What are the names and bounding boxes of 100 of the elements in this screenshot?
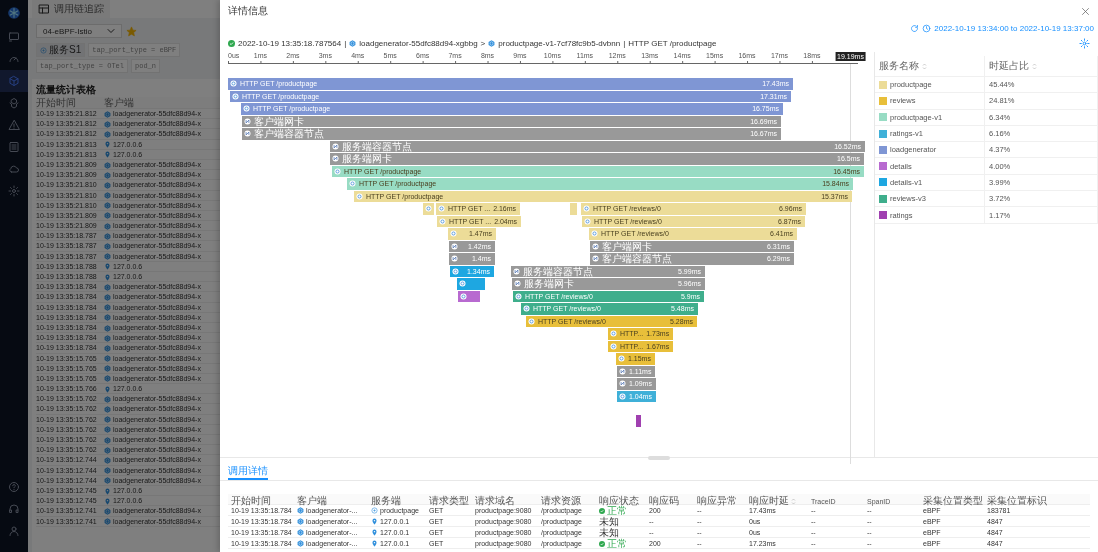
column-header: 响应码 [649, 494, 679, 508]
warning-icon [8, 119, 20, 131]
pod-icon [104, 365, 111, 373]
endpoint: HTTP GET /productpage [628, 38, 717, 48]
pod-icon [104, 304, 111, 312]
pod-icon [104, 171, 111, 179]
monitor-icon [8, 31, 20, 43]
status-text: 正常 [607, 505, 627, 516]
team-dropdown[interactable]: 04-eBPF-Istio [36, 24, 122, 38]
filter-tag[interactable]: 服务S1 [36, 43, 86, 57]
network-icon [513, 267, 520, 275]
pod-icon [104, 222, 111, 230]
pod-icon [104, 406, 111, 414]
drawer-title: 详情信息 [228, 4, 268, 18]
column-header: 请求类型 [429, 494, 469, 508]
network-icon [332, 142, 339, 150]
separator: > [480, 38, 486, 48]
clock-icon [922, 23, 932, 33]
span-label: 服务端网卡 [342, 153, 392, 165]
network-icon [244, 130, 251, 138]
span-label: 客户端网卡 [602, 240, 652, 252]
span-time: 2022-10-19 13:35:18.787564 [238, 38, 342, 48]
column-header: 响应异常 [697, 494, 737, 508]
service-icon [40, 46, 47, 54]
check-icon [599, 540, 605, 547]
star-icon[interactable] [126, 25, 137, 37]
cloud-icon [8, 163, 20, 175]
separator: | [344, 38, 347, 48]
pin-icon [371, 540, 378, 547]
sort-icon[interactable] [791, 497, 796, 505]
network-icon [332, 155, 339, 163]
pin-icon [371, 529, 378, 536]
column-header: 开始时间 [231, 494, 271, 508]
separator: | [623, 38, 626, 48]
pin-icon [371, 518, 378, 525]
network-icon [451, 255, 458, 263]
pod-icon [104, 324, 111, 332]
network-icon [451, 242, 458, 250]
pod-icon [104, 192, 111, 200]
pod-icon [104, 436, 111, 444]
span-bar[interactable] [458, 290, 480, 302]
refresh-icon [910, 23, 920, 33]
sort-icon[interactable] [1032, 62, 1037, 70]
headset-icon [8, 503, 20, 515]
status-text: 未知 [599, 527, 619, 538]
network-icon [592, 255, 599, 263]
column-header: 请求域名 [475, 494, 515, 508]
column-header: 采集位置类型 [923, 494, 983, 508]
pod-icon [104, 130, 111, 138]
pod-icon [104, 314, 111, 322]
span-label: 服务端容器节点 [342, 140, 412, 152]
pin-icon [104, 273, 111, 281]
span-bar[interactable] [457, 278, 485, 290]
span-label: 服务端网卡 [524, 278, 574, 290]
span-label: 客户端网卡 [254, 115, 304, 127]
pod-icon [104, 456, 111, 464]
pod-icon [104, 334, 111, 342]
pin-icon [104, 385, 111, 393]
tab[interactable]: 调用详情 [228, 464, 268, 480]
logo-icon [7, 6, 21, 20]
network-icon [619, 380, 626, 388]
pod-icon [104, 161, 111, 169]
cube-icon [8, 75, 20, 87]
pin-icon [104, 151, 111, 159]
time-range[interactable]: 2022-10-19 13:34:00 to 2022-10-19 13:37:00 [934, 23, 1094, 33]
pod-icon [104, 395, 111, 403]
close-icon [1081, 6, 1090, 16]
pod-icon [104, 120, 111, 128]
pin-icon [104, 263, 111, 271]
column-header: 服务名称 [879, 59, 919, 73]
pod-icon [104, 212, 111, 220]
nav-item[interactable] [0, 70, 28, 92]
resize-handle[interactable] [648, 456, 670, 460]
service-icon [371, 507, 378, 514]
cubes-icon [8, 97, 20, 109]
pod-icon [104, 110, 111, 118]
pod-icon [104, 477, 111, 485]
pod-icon [104, 446, 111, 454]
user-icon [8, 525, 20, 537]
table-title: 流量统计表格 [36, 83, 97, 97]
pod-icon [104, 232, 111, 240]
span-label: 客户端容器节点 [602, 253, 672, 265]
pod-icon [104, 293, 111, 301]
pin-icon [104, 141, 111, 149]
page-tab[interactable]: 调用链追踪 [32, 0, 110, 18]
pod-icon [104, 355, 111, 363]
span-bar[interactable] [423, 203, 434, 215]
pod-icon [488, 39, 496, 47]
pod-icon [104, 243, 111, 251]
sort-icon[interactable] [922, 62, 927, 70]
pod-icon [104, 344, 111, 352]
pod-icon [104, 253, 111, 261]
pod-icon [104, 181, 111, 189]
column-header: 时延占比 [989, 59, 1029, 73]
column-header: 服务端 [371, 494, 401, 508]
pod-icon [297, 540, 304, 547]
source-pod: loadgenerator-55dfc88d94-xgbbg [359, 38, 478, 48]
pod-icon [104, 202, 111, 210]
service-icon [619, 392, 626, 400]
span-label: 服务端容器节点 [523, 265, 593, 277]
